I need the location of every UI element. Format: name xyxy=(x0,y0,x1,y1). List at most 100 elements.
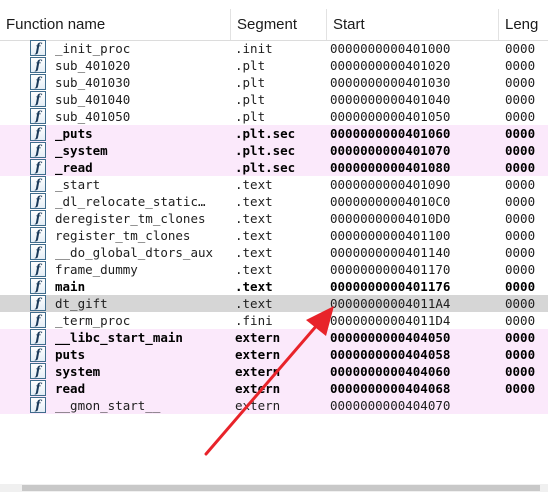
function-row[interactable]: f main .text 0000000000401176 0000 xyxy=(0,278,548,295)
function-icon: f xyxy=(30,91,46,107)
function-icon: f xyxy=(30,57,46,73)
function-row[interactable]: f _init_proc .init 0000000000401000 0000 xyxy=(0,40,548,57)
function-segment: .text xyxy=(235,279,273,294)
function-length: 0000 xyxy=(505,313,536,328)
function-row[interactable]: f deregister_tm_clones .text 00000000004010… xyxy=(0,210,548,227)
function-icon: f xyxy=(30,244,46,260)
function-row[interactable]: f __gmon_start__ extern 0000000000404070 xyxy=(0,397,548,414)
function-name: _system xyxy=(55,143,108,158)
function-start: 0000000000404058 xyxy=(330,347,451,362)
function-segment: .text xyxy=(235,228,273,243)
function-row[interactable]: f register_tm_clones .text 0000000000401100… xyxy=(0,227,548,244)
function-name: puts xyxy=(55,347,86,362)
function-length: 0000 xyxy=(505,245,536,260)
function-start: 0000000000401040 xyxy=(330,92,451,107)
function-icon: f xyxy=(30,312,46,328)
function-icon: f xyxy=(30,40,46,56)
function-start: 00000000004011D4 xyxy=(330,313,451,328)
function-segment: .plt.sec xyxy=(235,160,296,175)
function-start: 0000000000401080 xyxy=(330,160,451,175)
function-row[interactable]: f __libc_start_main extern 0000000000404050… xyxy=(0,329,548,346)
function-icon: f xyxy=(30,227,46,243)
function-segment: .plt.sec xyxy=(235,143,296,158)
function-row[interactable]: f _read .plt.sec 0000000000401080 0000 xyxy=(0,159,548,176)
function-icon: f xyxy=(30,125,46,141)
function-segment: .plt xyxy=(235,109,266,124)
function-row[interactable]: f sub_401030 .plt 0000000000401030 0000 xyxy=(0,74,548,91)
function-name: __do_global_dtors_aux xyxy=(55,245,214,260)
function-length: 0000 xyxy=(505,296,536,311)
function-length: 0000 xyxy=(505,347,536,362)
function-name: deregister_tm_clones xyxy=(55,211,206,226)
function-name: _init_proc xyxy=(55,41,131,56)
column-function-name[interactable]: Function name xyxy=(0,9,231,40)
function-row[interactable]: f _start .text 0000000000401090 0000 xyxy=(0,176,548,193)
function-row[interactable]: f __do_global_dtors_aux .text 0000000000401… xyxy=(0,244,548,261)
function-length: 0000 xyxy=(505,211,536,226)
function-start: 0000000000401090 xyxy=(330,177,451,192)
function-start: 00000000004011A4 xyxy=(330,296,451,311)
function-name: sub_401050 xyxy=(55,109,131,124)
function-row[interactable]: f system extern 0000000000404060 0000 xyxy=(0,363,548,380)
function-length: 0000 xyxy=(505,279,536,294)
function-segment: .text xyxy=(235,296,273,311)
horizontal-scrollbar[interactable] xyxy=(0,484,548,492)
function-icon: f xyxy=(30,278,46,294)
function-start: 0000000000401030 xyxy=(330,75,451,90)
function-row[interactable]: f puts extern 0000000000404058 0000 xyxy=(0,346,548,363)
function-row[interactable]: f sub_401040 .plt 0000000000401040 0000 xyxy=(0,91,548,108)
function-segment: .text xyxy=(235,177,273,192)
function-length: 0000 xyxy=(505,41,536,56)
function-segment: extern xyxy=(235,381,281,396)
scrollbar-thumb[interactable] xyxy=(22,485,540,491)
function-name: _read xyxy=(55,160,93,175)
function-row[interactable]: f _system .plt.sec 0000000000401070 0000 xyxy=(0,142,548,159)
function-icon: f xyxy=(30,397,46,413)
function-row[interactable]: f _dl_relocate_static… .text 00000000004010… xyxy=(0,193,548,210)
function-start: 0000000000404070 xyxy=(330,398,451,413)
function-name: __gmon_start__ xyxy=(55,398,161,413)
function-row[interactable]: f dt_gift .text 00000000004011A4 0000 xyxy=(0,295,548,312)
function-name: dt_gift xyxy=(55,296,108,311)
function-start: 0000000000404050 xyxy=(330,330,451,345)
function-start: 0000000000401000 xyxy=(330,41,451,56)
function-icon: f xyxy=(30,380,46,396)
function-length: 0000 xyxy=(505,381,536,396)
function-name: read xyxy=(55,381,86,396)
function-length xyxy=(505,397,548,414)
column-segment[interactable]: Segment xyxy=(231,9,327,40)
function-start: 0000000000401176 xyxy=(330,279,451,294)
function-start: 0000000000401170 xyxy=(330,262,451,277)
function-icon: f xyxy=(30,193,46,209)
function-icon: f xyxy=(30,74,46,90)
function-name: register_tm_clones xyxy=(55,228,191,243)
function-row[interactable]: f frame_dummy .text 0000000000401170 0000 xyxy=(0,261,548,278)
function-name: sub_401030 xyxy=(55,75,131,90)
function-row[interactable]: f _puts .plt.sec 0000000000401060 0000 xyxy=(0,125,548,142)
function-row[interactable]: f sub_401050 .plt 0000000000401050 0000 xyxy=(0,108,548,125)
function-icon: f xyxy=(30,159,46,175)
function-start: 00000000004010D0 xyxy=(330,211,451,226)
column-length[interactable]: Leng xyxy=(499,9,548,40)
functions-window: Function name Segment Start Leng f _init_… xyxy=(0,0,548,492)
function-icon: f xyxy=(30,329,46,345)
function-segment: .init xyxy=(235,41,273,56)
column-start[interactable]: Start xyxy=(327,9,499,40)
function-length: 0000 xyxy=(505,228,536,243)
column-header: Function name Segment Start Leng xyxy=(0,9,548,41)
function-length: 0000 xyxy=(505,75,536,90)
function-length: 0000 xyxy=(505,177,536,192)
function-segment: extern xyxy=(235,330,281,345)
function-name: _dl_relocate_static… xyxy=(55,194,206,209)
function-start: 00000000004010C0 xyxy=(330,194,451,209)
function-row[interactable]: f _term_proc .fini 00000000004011D4 0000 xyxy=(0,312,548,329)
function-start: 0000000000401100 xyxy=(330,228,451,243)
function-segment: .plt xyxy=(235,58,266,73)
function-row[interactable]: f sub_401020 .plt 0000000000401020 0000 xyxy=(0,57,548,74)
function-length: 0000 xyxy=(505,58,536,73)
function-segment: .text xyxy=(235,262,273,277)
function-segment: extern xyxy=(235,347,281,362)
function-segment: extern xyxy=(235,398,281,413)
function-icon: f xyxy=(30,142,46,158)
function-row[interactable]: f read extern 0000000000404068 0000 xyxy=(0,380,548,397)
